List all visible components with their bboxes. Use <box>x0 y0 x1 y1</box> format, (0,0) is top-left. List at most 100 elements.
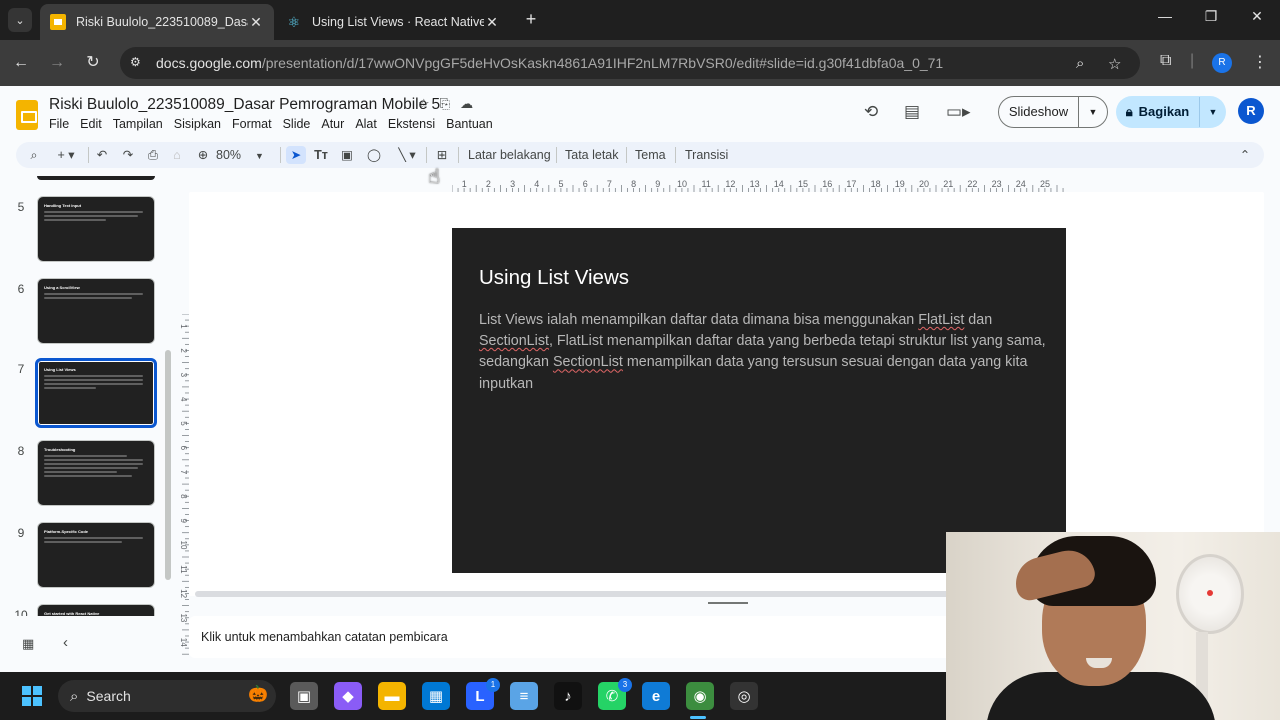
restore-button[interactable]: ❐ <box>1196 8 1226 25</box>
menu-format[interactable]: Format <box>232 117 272 131</box>
slide-thumbnail[interactable]: Get started with React Native <box>37 604 155 616</box>
transition-button[interactable]: Transisi <box>685 146 728 164</box>
slide-thumbnail[interactable]: Using a ScrollView <box>37 278 155 344</box>
filmstrip-item[interactable]: 8 Troubleshooting <box>0 440 175 512</box>
chrome-icon[interactable]: ◉ <box>686 682 714 710</box>
new-tab-button[interactable]: + <box>520 8 542 30</box>
ruler-label: 22 <box>967 179 977 189</box>
collapse-toolbar-icon[interactable]: ⌃ <box>1236 146 1254 164</box>
menu-file[interactable]: File <box>49 117 69 131</box>
comments-icon[interactable]: ▤ <box>904 102 920 122</box>
back-button[interactable]: ← <box>10 52 32 74</box>
windows-start-icon[interactable] <box>22 686 42 706</box>
site-info-icon[interactable]: ⚙ <box>130 55 146 71</box>
menu-help[interactable]: Bantuan <box>446 117 493 131</box>
zoom-icon[interactable]: ⌕ <box>1076 55 1084 72</box>
menu-arrange[interactable]: Atur <box>321 117 344 131</box>
print-icon[interactable]: ⎙ <box>144 146 162 164</box>
toolbar-divider <box>426 147 427 163</box>
filmstrip-scrollbar[interactable] <box>165 350 171 580</box>
minimize-button[interactable]: — <box>1150 8 1180 24</box>
slide-thumbnail[interactable]: Platform-Specific Code <box>37 522 155 588</box>
star-icon[interactable]: ☆ <box>418 96 430 111</box>
menu-extensions[interactable]: Ekstensi <box>388 117 435 131</box>
share-button[interactable]: 🔒︎ Bagikan ▼ <box>1116 96 1226 128</box>
document-title[interactable]: Riski Buulolo_223510089_Dasar Pemrograma… <box>49 96 440 114</box>
move-folder-icon[interactable]: ⎘ <box>440 96 450 111</box>
browser-menu-icon[interactable]: ⋮ <box>1252 52 1268 72</box>
search-menus-icon[interactable]: ⌕ <box>26 146 42 164</box>
grid-view-icon[interactable]: ▦ <box>22 636 34 652</box>
forward-button[interactable]: → <box>46 52 68 74</box>
profile-avatar[interactable]: R <box>1212 53 1232 73</box>
layout-button[interactable]: Tata letak <box>565 146 619 164</box>
redo-icon[interactable]: ↷ <box>120 146 136 164</box>
lark-icon[interactable]: L1 <box>466 678 500 710</box>
filmstrip-item[interactable]: 9 Platform-Specific Code <box>0 522 175 594</box>
bookmark-star-icon[interactable]: ☆ <box>1108 55 1121 73</box>
reload-button[interactable]: ↻ <box>82 52 104 74</box>
extensions-icon[interactable]: ⧉ <box>1160 52 1171 70</box>
thumbnail-text-line <box>44 455 128 457</box>
slideshow-label: Slideshow <box>999 97 1079 127</box>
menu-tools[interactable]: Alat <box>355 117 377 131</box>
select-tool-icon[interactable]: ➤ <box>286 146 306 164</box>
filmstrip-item[interactable]: 10 Get started with React Native <box>0 604 175 616</box>
image-icon[interactable]: ▣ <box>338 146 356 164</box>
new-slide-button[interactable]: + ▾ <box>52 146 80 164</box>
collapse-filmstrip-icon[interactable]: ‹ <box>63 634 68 651</box>
zoom-select[interactable]: 80% ▼ <box>216 146 276 164</box>
menu-view[interactable]: Tampilan <box>113 117 163 131</box>
file-manager-icon[interactable]: ▣ <box>290 682 318 710</box>
menu-edit[interactable]: Edit <box>80 117 102 131</box>
slide-thumbnail[interactable]: Troubleshooting <box>37 440 155 506</box>
paint-format-icon[interactable]: ⌂ <box>168 146 186 164</box>
google-slides-logo[interactable] <box>16 100 38 130</box>
copilot-icon[interactable]: ◆ <box>334 682 362 710</box>
tab-slides[interactable]: Riski Buulolo_223510089_Dasar Pemrograma… <box>40 4 274 40</box>
edge-icon[interactable]: e <box>642 682 670 710</box>
slideshow-button[interactable]: Slideshow ▼ <box>998 96 1108 128</box>
current-slide[interactable]: Using List Views List Views ialah menamp… <box>452 228 1066 573</box>
taskbar-search[interactable]: ⌕ Search 🎃 <box>58 680 276 712</box>
chevron-down-icon[interactable]: ▼ <box>1200 107 1226 117</box>
file-explorer-icon[interactable]: ▬ <box>378 682 406 710</box>
version-history-icon[interactable]: ⟲ <box>864 102 878 122</box>
close-tab-icon[interactable]: ✕ <box>484 14 500 31</box>
chevron-down-icon[interactable]: ▼ <box>1079 107 1107 117</box>
notepad-icon[interactable]: ≡ <box>510 682 538 710</box>
slide-title[interactable]: Using List Views <box>479 266 629 290</box>
canvas-horizontal-scrollbar[interactable] <box>195 591 955 597</box>
tab-react-native[interactable]: ⚛ Using List Views · React Native ✕ <box>276 4 510 40</box>
filmstrip-item[interactable]: 6 Using a ScrollView <box>0 278 175 350</box>
background-button[interactable]: Latar belakang <box>468 146 551 164</box>
menu-slide[interactable]: Slide <box>283 117 311 131</box>
slide-thumbnail-selected[interactable]: Using List Views <box>35 358 157 428</box>
close-window-button[interactable]: ✕ <box>1242 8 1272 25</box>
shape-icon[interactable]: ◯ <box>364 146 384 164</box>
address-bar[interactable]: ⚙ docs.google.com/presentation/d/17wwONV… <box>120 47 1140 79</box>
filmstrip-item[interactable]: 7 Using List Views <box>0 358 175 430</box>
cloud-status-icon[interactable]: ☁ <box>460 96 473 111</box>
add-comment-icon[interactable]: ⊞ <box>432 146 452 164</box>
text-box-icon[interactable]: Tт <box>312 146 330 164</box>
react-favicon-icon: ⚛ <box>287 14 301 30</box>
obs-icon[interactable]: ◎ <box>730 682 758 710</box>
notes-resize-handle[interactable] <box>708 602 748 604</box>
meet-icon[interactable]: ▭▸ <box>946 102 971 122</box>
line-tool-icon[interactable]: ╲ ▾ <box>392 146 422 164</box>
hand-cursor-icon: ☝ <box>428 166 441 188</box>
zoom-in-icon[interactable]: ⊕ <box>194 146 212 164</box>
close-tab-icon[interactable]: ✕ <box>248 14 264 31</box>
slide-body-text[interactable]: List Views ialah menampilkan daftar data… <box>479 310 1049 395</box>
slide-thumbnail[interactable]: Handling Text Input <box>37 196 155 262</box>
tiktok-icon[interactable]: ♪ <box>554 682 582 710</box>
undo-icon[interactable]: ↶ <box>94 146 110 164</box>
account-avatar[interactable]: R <box>1238 98 1264 124</box>
filmstrip-item[interactable]: 5 Handling Text Input <box>0 196 175 268</box>
microsoft-store-icon[interactable]: ▦ <box>422 682 450 710</box>
menu-insert[interactable]: Sisipkan <box>174 117 221 131</box>
tab-search-button[interactable]: ⌄ <box>8 8 32 32</box>
whatsapp-icon[interactable]: ✆ 3 <box>598 678 632 710</box>
theme-button[interactable]: Tema <box>635 146 666 164</box>
